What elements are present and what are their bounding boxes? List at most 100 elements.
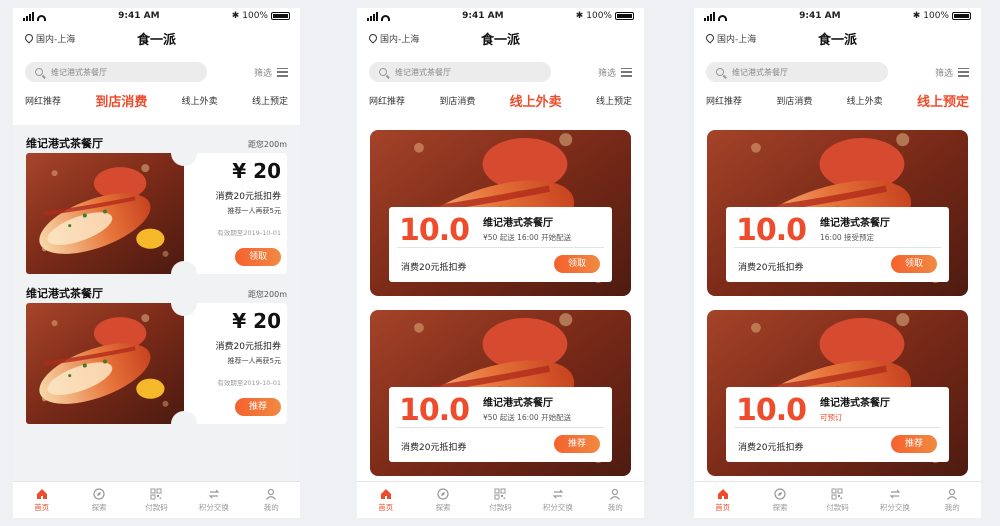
tabbar-points[interactable]: 积分交换 <box>533 488 583 513</box>
battery-icon <box>270 12 290 20</box>
recommend-button[interactable]: 推荐 <box>891 435 937 453</box>
restaurant-card[interactable]: 10.0 维记港式茶餐厅 ¥50 起送 16:00 开始配送 消费20元抵扣券 … <box>370 130 631 296</box>
coupon-desc: 消费20元抵扣券 <box>401 443 467 453</box>
tabbar-explore[interactable]: 探索 <box>74 487 124 513</box>
tabbar-profile[interactable]: 我的 <box>246 488 296 513</box>
coupon-desc: 消费20元抵扣券 <box>401 263 467 273</box>
coupon-validity: 有效期至2019-10-01 <box>217 379 281 387</box>
tab-delivery[interactable]: 线上外卖 <box>847 94 883 107</box>
tabbar-label: 我的 <box>263 502 279 512</box>
tabbar-label: 首页 <box>715 502 731 512</box>
user-icon <box>265 488 278 500</box>
coupon-desc: 消费20元抵扣券 <box>738 443 804 453</box>
location-selector[interactable]: 国内-上海 <box>23 32 75 45</box>
restaurant-name: 维记港式茶餐厅 <box>483 218 553 229</box>
tabbar-profile[interactable]: 我的 <box>927 488 977 513</box>
tab-reservation[interactable]: 线上预定 <box>252 94 288 107</box>
restaurant-name: 维记港式茶餐厅 <box>483 398 553 409</box>
filter-icon <box>277 67 288 77</box>
filter-button[interactable]: 筛选 <box>935 66 969 79</box>
location-selector[interactable]: 国内-上海 <box>367 32 419 45</box>
tabbar-profile[interactable]: 我的 <box>590 488 640 513</box>
search-input[interactable]: 维记港式茶餐厅 <box>706 62 888 82</box>
bottom-tab-bar: 首页 探索 付款码 积分交换 我的 <box>13 481 300 518</box>
coupon-price: ¥ 20 <box>232 309 281 333</box>
filter-label: 筛选 <box>253 68 272 79</box>
reservation-info: 16:00 接受预定 <box>820 233 874 242</box>
claim-button[interactable]: 领取 <box>554 255 600 273</box>
filter-button[interactable]: 筛选 <box>254 66 288 79</box>
restaurant-card[interactable]: 10.0 维记港式茶餐厅 ¥50 起送 16:00 开始配送 消费20元抵扣券 … <box>370 310 631 476</box>
recommend-button[interactable]: 推荐 <box>554 435 600 453</box>
tabbar-paycode[interactable]: 付款码 <box>812 488 862 513</box>
tabbar-label: 付款码 <box>145 502 168 512</box>
restaurant-card[interactable]: 10.0 维记港式茶餐厅 16:00 接受预定 消费20元抵扣券 领取 <box>707 130 968 296</box>
recommend-button[interactable]: 推荐 <box>235 398 281 416</box>
status-bar: 9:41 AM ✱ 100% <box>357 8 644 24</box>
location-selector[interactable]: 国内-上海 <box>704 32 757 45</box>
battery-percent: 100% <box>923 11 949 21</box>
restaurant-card[interactable]: 10.0 维记港式茶餐厅 可预订 消费20元抵扣券 推荐 <box>707 310 968 476</box>
tabbar-paycode[interactable]: 付款码 <box>475 488 525 513</box>
tab-recommend[interactable]: 网红推荐 <box>706 94 742 107</box>
compass-icon <box>437 487 450 500</box>
tab-recommend[interactable]: 网红推荐 <box>25 94 61 107</box>
status-bar: 9:41 AM ✱ 100% <box>694 8 981 24</box>
category-tabs: 网红推荐 到店消费 线上外卖 线上预定 <box>694 87 981 113</box>
tab-recommend[interactable]: 网红推荐 <box>369 94 405 107</box>
wifi-icon <box>37 14 46 21</box>
qr-code-icon <box>494 488 507 500</box>
tab-in-store[interactable]: 到店消费 <box>95 91 147 110</box>
restaurant-name: 维记港式茶餐厅 <box>26 287 103 300</box>
filter-button[interactable]: 筛选 <box>598 66 632 79</box>
bottom-tab-bar: 首页 探索 付款码 积分交换 我的 <box>357 481 644 518</box>
tabbar-points[interactable]: 积分交换 <box>189 488 239 513</box>
tabbar-label: 探索 <box>772 502 788 512</box>
tab-in-store[interactable]: 到店消费 <box>439 94 475 107</box>
coupon-sub: 推荐一人再获5元 <box>227 207 281 215</box>
tabbar-points[interactable]: 积分交换 <box>870 488 920 513</box>
coupon-desc: 消费20元抵扣券 <box>215 192 281 202</box>
status-time: 9:41 AM <box>462 11 504 21</box>
tabbar-label: 付款码 <box>489 502 512 512</box>
tabbar-explore[interactable]: 探索 <box>755 487 805 513</box>
tabbar-label: 探索 <box>91 502 107 512</box>
coupon-card[interactable]: 维记港式茶餐厅 距您200m ¥ 20 消费20元抵扣券 推荐一人再获5元 有效期… <box>26 135 287 287</box>
exchange-icon <box>888 488 901 500</box>
coupon-desc: 消费20元抵扣券 <box>215 342 281 352</box>
status-time: 9:41 AM <box>118 11 160 21</box>
search-placeholder: 维记港式茶餐厅 <box>732 67 788 77</box>
location-label: 国内-上海 <box>717 34 757 45</box>
search-icon <box>35 68 43 76</box>
compass-icon <box>774 487 787 500</box>
coupon-price: ¥ 20 <box>232 159 281 183</box>
tabbar-label: 积分交换 <box>879 502 910 512</box>
coupon-card[interactable]: 维记港式茶餐厅 距您200m ¥ 20 消费20元抵扣券 推荐一人再获5元 有效期… <box>26 285 287 437</box>
home-icon <box>35 488 48 500</box>
wifi-icon <box>381 14 390 21</box>
wifi-icon <box>718 14 727 21</box>
search-input[interactable]: 维记港式茶餐厅 <box>25 62 207 82</box>
tab-reservation[interactable]: 线上预定 <box>917 91 969 110</box>
tabbar-paycode[interactable]: 付款码 <box>131 488 181 513</box>
tab-delivery[interactable]: 线上外卖 <box>182 94 218 107</box>
tab-reservation[interactable]: 线上预定 <box>596 94 632 107</box>
claim-button[interactable]: 领取 <box>891 255 937 273</box>
tab-in-store[interactable]: 到店消费 <box>776 94 812 107</box>
exchange-icon <box>207 488 220 500</box>
rating-score: 10.0 <box>399 393 470 428</box>
tabbar-explore[interactable]: 探索 <box>418 487 468 513</box>
tab-delivery[interactable]: 线上外卖 <box>510 91 562 110</box>
signal-icon <box>23 11 34 21</box>
tabbar-home[interactable]: 首页 <box>361 488 411 513</box>
location-pin-icon <box>23 32 35 44</box>
search-icon <box>716 68 724 76</box>
search-input[interactable]: 维记港式茶餐厅 <box>369 62 551 82</box>
tabbar-label: 首页 <box>34 502 50 512</box>
status-time: 9:41 AM <box>799 11 841 21</box>
claim-button[interactable]: 领取 <box>235 248 281 266</box>
tabbar-home[interactable]: 首页 <box>698 488 748 513</box>
tabbar-home[interactable]: 首页 <box>17 488 67 513</box>
home-icon <box>379 488 392 500</box>
reservation-info: 可预订 <box>820 413 843 422</box>
